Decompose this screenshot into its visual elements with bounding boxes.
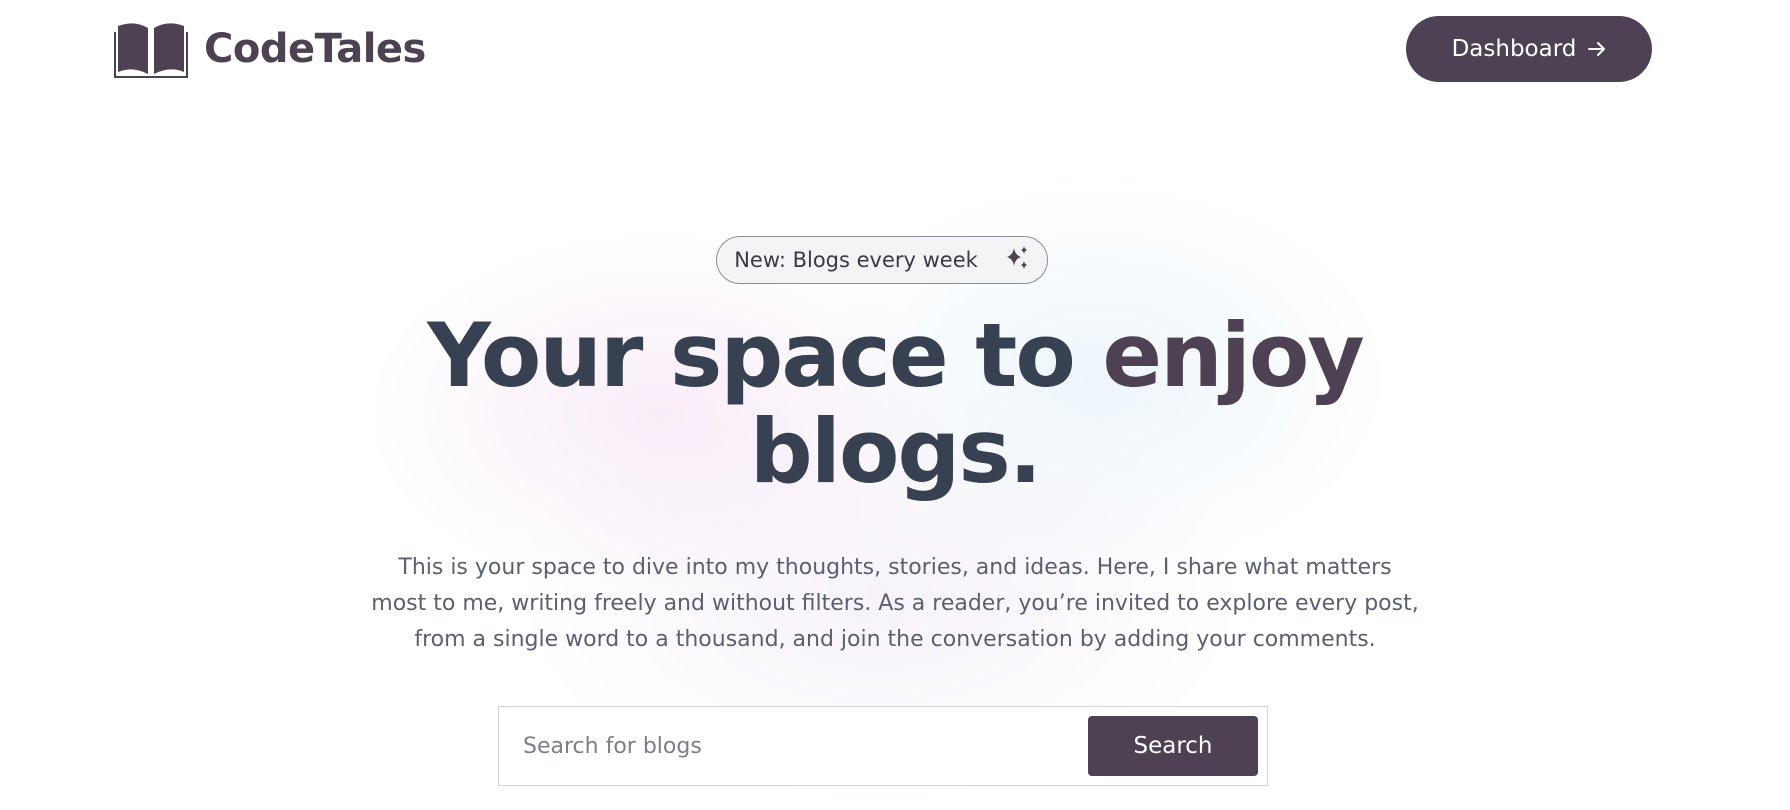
logo[interactable]: CodeTales — [114, 20, 426, 78]
dashboard-button[interactable]: Dashboard — [1406, 16, 1652, 82]
site-header: CodeTales Dashboard — [0, 0, 1790, 100]
search-button[interactable]: Search — [1088, 716, 1258, 776]
badge-text: New: Blogs every week — [734, 248, 978, 272]
dashboard-button-label: Dashboard — [1451, 36, 1577, 62]
logo-text: CodeTales — [204, 26, 426, 72]
search-input[interactable] — [499, 715, 1088, 777]
headline-part1: Your space to — [427, 304, 1103, 407]
announcement-badge: New: Blogs every week — [716, 236, 1048, 284]
arrow-right-icon — [1588, 42, 1606, 56]
sparkles-icon — [1004, 245, 1030, 276]
hero-description: This is your space to dive into my thoug… — [371, 555, 1419, 652]
search-bar: Search — [498, 706, 1268, 786]
headline-accent: enjoy — [1102, 304, 1364, 407]
headline-line2: blogs. — [749, 400, 1042, 503]
hero-headline: Your space to enjoy blogs. — [0, 308, 1790, 500]
open-book-icon — [114, 20, 188, 78]
